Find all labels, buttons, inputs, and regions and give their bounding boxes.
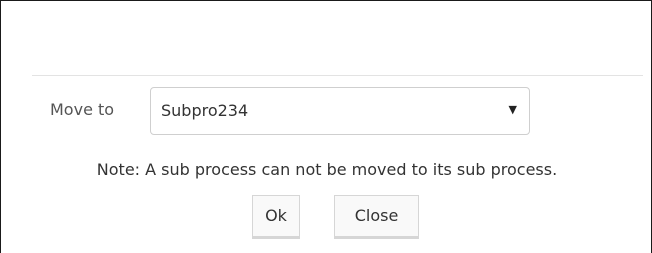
selected-value: Subpro234 xyxy=(161,101,249,120)
move-to-label: Move to xyxy=(50,100,115,119)
close-button[interactable]: Close xyxy=(334,195,419,239)
divider xyxy=(32,75,643,76)
note-text: Note: A sub process can not be moved to … xyxy=(96,160,558,179)
chevron-down-icon: ▼ xyxy=(508,103,517,116)
ok-button[interactable]: Ok xyxy=(252,195,300,239)
move-dialog: Move to Subpro234 ▼ Note: A sub process … xyxy=(0,0,652,253)
move-to-select[interactable]: Subpro234 ▼ xyxy=(150,87,530,135)
